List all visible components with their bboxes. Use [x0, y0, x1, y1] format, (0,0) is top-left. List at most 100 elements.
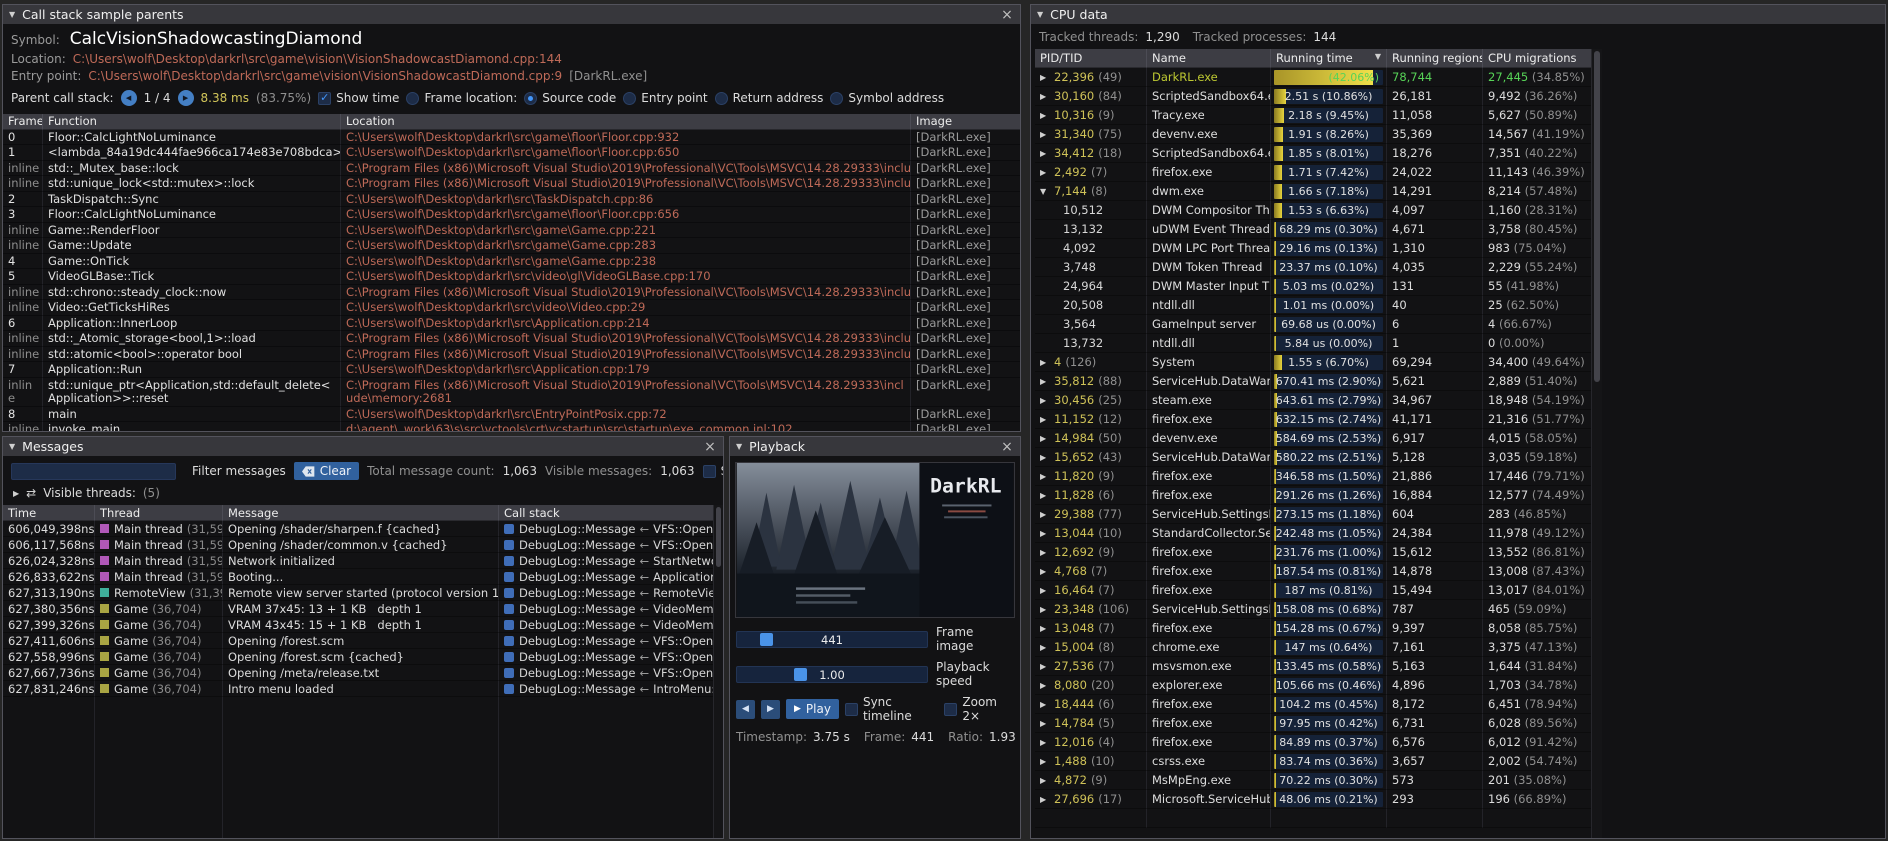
callstack-frame-row[interactable]: 4Game::OnTickC:\Users\wolf\Desktop\darkr…	[3, 254, 1020, 270]
next-parent-button[interactable]: ▶	[178, 90, 194, 106]
cpu-process-row[interactable]: ▶12,016(4)firefox.exe84.89 ms (0.37%)6,5…	[1035, 733, 1591, 752]
playback-titlebar[interactable]: ▼ Playback ×	[730, 437, 1020, 456]
close-icon[interactable]: ×	[703, 440, 717, 454]
frame-image-slider[interactable]: 441	[736, 631, 928, 648]
callstack-frame-row[interactable]: 7Application::RunC:\Users\wolf\Desktop\d…	[3, 362, 1020, 378]
expand-row-icon[interactable]: ▶	[1040, 467, 1050, 486]
cpu-process-row[interactable]: ▶27,696(17)Microsoft.ServiceHub.Co48.06 …	[1035, 790, 1591, 809]
message-row[interactable]: 627,831,246nsGame(36,704)Intro menu load…	[3, 681, 723, 697]
callstack-frame-icon[interactable]	[504, 684, 514, 694]
expand-row-icon[interactable]: ▶	[1040, 144, 1050, 163]
callstack-frame-row[interactable]: inlinestd::_Mutex_base::lockC:\Program F…	[3, 161, 1020, 177]
callstack-frame-row[interactable]: 5VideoGLBase::TickC:\Users\wolf\Desktop\…	[3, 269, 1020, 285]
cpu-process-row[interactable]: ▶29,388(77)ServiceHub.SettingsHost273.15…	[1035, 505, 1591, 524]
expand-row-icon[interactable]: ▶	[1040, 448, 1050, 467]
radio-return-address[interactable]: Return address	[715, 91, 824, 105]
callstack-frame-row[interactable]: 8mainC:\Users\wolf\Desktop\darkrl\src\En…	[3, 407, 1020, 423]
callstack-frame-row[interactable]: inlinestd::unique_lock<std::mutex>::lock…	[3, 176, 1020, 192]
callstack-titlebar[interactable]: ▼ Call stack sample parents ×	[3, 5, 1020, 24]
expand-row-icon[interactable]: ▶	[1040, 163, 1050, 182]
cpu-process-row[interactable]: ▶35,812(88)ServiceHub.DataWarehou670.41 …	[1035, 372, 1591, 391]
expand-row-icon[interactable]: ▶	[1040, 657, 1050, 676]
collapse-arrow-icon[interactable]: ▼	[9, 11, 15, 19]
callstack-frame-icon[interactable]	[504, 540, 514, 550]
expand-row-icon[interactable]: ▶	[1040, 771, 1050, 790]
callstack-frame-icon[interactable]	[504, 668, 514, 678]
expand-row-icon[interactable]: ▶	[1040, 429, 1050, 448]
expand-row-icon[interactable]: ▶	[1040, 486, 1050, 505]
expand-row-icon[interactable]: ▶	[1040, 106, 1050, 125]
cpu-process-row[interactable]: ▶12,692(9)firefox.exe231.76 ms (1.00%)15…	[1035, 543, 1591, 562]
cpu-process-row[interactable]: ▶4,768(7)firefox.exe187.54 ms (0.81%)14,…	[1035, 562, 1591, 581]
step-forward-button[interactable]: ▶	[761, 700, 780, 719]
message-row[interactable]: 627,313,190nsRemoteView(31,392)Remote vi…	[3, 585, 723, 601]
callstack-frame-row[interactable]: inlinestd::chrono::steady_clock::nowC:\P…	[3, 285, 1020, 301]
cpu-process-row[interactable]: ▶15,652(43)ServiceHub.DataWarehou580.22 …	[1035, 448, 1591, 467]
expand-row-icon[interactable]: ▶	[1040, 790, 1050, 809]
radio-source-code[interactable]: Source code	[524, 91, 616, 105]
expand-row-icon[interactable]: ▶	[1040, 695, 1050, 714]
callstack-frame-row[interactable]: inlinestd::atomic<bool>::operator boolC:…	[3, 347, 1020, 363]
column-header-image[interactable]: Image	[911, 114, 1020, 130]
column-header-message[interactable]: Message	[223, 505, 499, 521]
message-row[interactable]: 627,411,606nsGame(36,704)Opening /forest…	[3, 633, 723, 649]
cpu-process-row[interactable]: 3,564GameInput server69.68 us (0.00%)64 …	[1035, 315, 1591, 334]
cpu-process-row[interactable]: 4,092DWM LPC Port Thread29.16 ms (0.13%)…	[1035, 239, 1591, 258]
cpu-process-row[interactable]: ▶30,160(84)ScriptedSandbox64.exe2.51 s (…	[1035, 87, 1591, 106]
callstack-frame-icon[interactable]	[504, 620, 514, 630]
sync-timeline-checkbox[interactable]: Sync timeline	[845, 695, 938, 723]
callstack-frame-row[interactable]: inlinestd::unique_ptr<Application,std::d…	[3, 378, 1020, 407]
cpu-process-row[interactable]: ▶1,488(10)csrss.exe83.74 ms (0.36%)3,657…	[1035, 752, 1591, 771]
collapse-arrow-icon[interactable]: ▼	[736, 443, 742, 451]
cpu-process-row[interactable]: ▶14,984(50)devenv.exe584.69 ms (2.53%)6,…	[1035, 429, 1591, 448]
expand-row-icon[interactable]: ▶	[1040, 543, 1050, 562]
cpu-process-row[interactable]: ▶31,340(75)devenv.exe1.91 s (8.26%)35,36…	[1035, 125, 1591, 144]
cpu-process-row[interactable]: ▶18,444(6)firefox.exe104.2 ms (0.45%)8,1…	[1035, 695, 1591, 714]
cpu-process-row[interactable]: 24,964DWM Master Input Thread5.03 ms (0.…	[1035, 277, 1591, 296]
expand-row-icon[interactable]: ▶	[1040, 581, 1050, 600]
cpu-process-row[interactable]: 13,732ntdll.dll5.84 us (0.00%)10 (0.00%)	[1035, 334, 1591, 353]
callstack-frame-row[interactable]: inlineinvoke_maind:\agent\_work\63\s\src…	[3, 422, 1020, 431]
column-header-callstack[interactable]: Call stack	[499, 505, 723, 521]
cpu-process-row[interactable]: ▶14,784(5)firefox.exe97.95 ms (0.42%)6,7…	[1035, 714, 1591, 733]
play-button[interactable]: ▶ Play	[786, 699, 839, 719]
cpu-process-row[interactable]: ▶8,080(20)explorer.exe105.66 ms (0.46%)4…	[1035, 676, 1591, 695]
cpu-process-row[interactable]: 13,132uDWM Event Thread68.29 ms (0.30%)4…	[1035, 220, 1591, 239]
column-header-pid-tid[interactable]: PID/TID	[1035, 49, 1147, 68]
cpu-process-row[interactable]: ▶11,152(12)firefox.exe632.15 ms (2.74%)4…	[1035, 410, 1591, 429]
filter-input[interactable]	[11, 463, 176, 480]
callstack-frame-row[interactable]: 0Floor::CalcLightNoLuminanceC:\Users\wol…	[3, 130, 1020, 146]
cpu-process-row[interactable]: ▶13,048(7)firefox.exe154.28 ms (0.67%)9,…	[1035, 619, 1591, 638]
callstack-frame-icon[interactable]	[504, 588, 514, 598]
expand-row-icon[interactable]: ▶	[1040, 752, 1050, 771]
expand-row-icon[interactable]: ▶	[1040, 125, 1050, 144]
show-frame-checkbox[interactable]: Show frame	[703, 464, 724, 478]
callstack-frame-row[interactable]: inlineVideo::GetTicksHiResC:\Users\wolf\…	[3, 300, 1020, 316]
message-row[interactable]: 626,024,328nsMain thread(31,596)Network …	[3, 553, 723, 569]
cpu-process-row[interactable]: ▶11,828(6)firefox.exe291.26 ms (1.26%)16…	[1035, 486, 1591, 505]
message-row[interactable]: 627,380,356nsGame(36,704)VRAM 37x45: 13 …	[3, 601, 723, 617]
callstack-frame-icon[interactable]	[504, 604, 514, 614]
collapse-arrow-icon[interactable]: ▼	[1037, 11, 1043, 19]
expand-row-icon[interactable]: ▶	[1040, 714, 1050, 733]
messages-scrollbar[interactable]	[713, 505, 723, 838]
expand-row-icon[interactable]: ▶	[1040, 676, 1050, 695]
expand-row-icon[interactable]: ▶	[1040, 68, 1050, 87]
callstack-frame-row[interactable]: inlineGame::UpdateC:\Users\wolf\Desktop\…	[3, 238, 1020, 254]
callstack-frame-icon[interactable]	[504, 572, 514, 582]
expand-row-icon[interactable]: ▶	[1040, 524, 1050, 543]
cpu-process-row[interactable]: ▶27,536(7)msvsmon.exe133.45 ms (0.58%)5,…	[1035, 657, 1591, 676]
cpu-process-row[interactable]: ▶34,412(18)ScriptedSandbox64.exe1.85 s (…	[1035, 144, 1591, 163]
column-header-location[interactable]: Location	[341, 114, 911, 130]
callstack-frame-row[interactable]: 3Floor::CalcLightNoLuminanceC:\Users\wol…	[3, 207, 1020, 223]
expand-row-icon[interactable]: ▶	[1040, 372, 1050, 391]
cpu-process-row[interactable]: ▶13,044(10)StandardCollector.Servic242.4…	[1035, 524, 1591, 543]
expand-row-icon[interactable]: ▶	[1040, 619, 1050, 638]
expand-row-icon[interactable]: ▶	[1040, 87, 1050, 106]
cpu-process-row[interactable]: ▶10,316(9)Tracy.exe2.18 s (9.45%)11,0585…	[1035, 106, 1591, 125]
cpu-process-row[interactable]: ▶11,820(9)firefox.exe346.58 ms (1.50%)21…	[1035, 467, 1591, 486]
cpu-process-row[interactable]: ▼7,144(8)dwm.exe1.66 s (7.18%)14,2918,21…	[1035, 182, 1591, 201]
collapse-row-icon[interactable]: ▼	[1040, 182, 1050, 201]
expand-row-icon[interactable]: ▶	[1040, 562, 1050, 581]
step-back-button[interactable]: ◀	[736, 700, 755, 719]
